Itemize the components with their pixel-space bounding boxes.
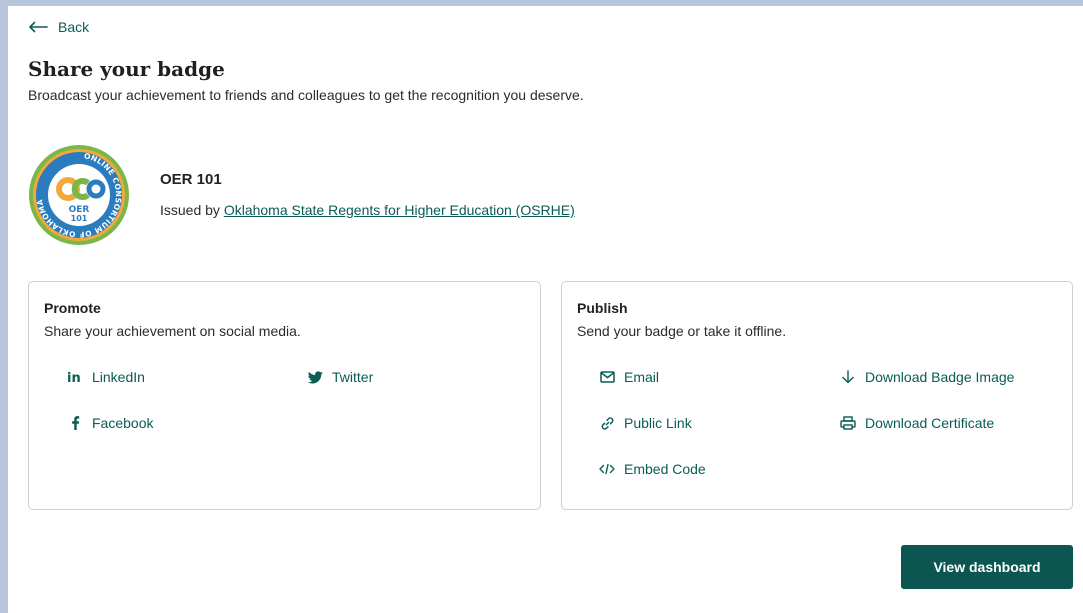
page-title: Share your badge (28, 57, 225, 81)
facebook-label: Facebook (92, 415, 154, 431)
promote-description: Share your achievement on social media. (44, 323, 301, 339)
page-subtitle: Broadcast your achievement to friends an… (28, 87, 584, 103)
arrow-left-icon (29, 21, 48, 33)
code-icon (599, 461, 615, 477)
issued-by-label: Issued by (160, 202, 220, 218)
view-dashboard-button[interactable]: View dashboard (901, 545, 1073, 589)
issuer-link[interactable]: Oklahoma State Regents for Higher Educat… (224, 202, 575, 218)
embed-code-label: Embed Code (624, 461, 706, 477)
download-certificate-button[interactable]: Download Certificate (840, 415, 994, 431)
badge-name: OER 101 (160, 171, 222, 188)
download-arrow-icon (840, 369, 856, 385)
download-badge-image-label: Download Badge Image (865, 369, 1015, 385)
share-linkedin-button[interactable]: in LinkedIn (67, 369, 145, 385)
back-label: Back (58, 19, 90, 35)
download-certificate-label: Download Certificate (865, 415, 995, 431)
download-badge-image-button[interactable]: Download Badge Image (840, 369, 1014, 385)
email-label: Email (624, 369, 660, 385)
promote-card: Promote Share your achievement on social… (28, 281, 541, 510)
share-facebook-button[interactable]: Facebook (67, 415, 153, 431)
public-link-label: Public Link (624, 415, 692, 431)
email-badge-button[interactable]: Email (599, 369, 659, 385)
printer-icon (840, 415, 856, 431)
envelope-icon (599, 369, 615, 385)
twitter-icon (307, 369, 323, 385)
publish-card: Publish Send your badge or take it offli… (561, 281, 1073, 510)
linkedin-icon: in (67, 369, 83, 385)
share-badge-page: Back Share your badge Broadcast your ach… (8, 6, 1083, 613)
embed-code-button[interactable]: Embed Code (599, 461, 706, 477)
link-icon (599, 415, 615, 431)
public-link-button[interactable]: Public Link (599, 415, 692, 431)
promote-title: Promote (44, 300, 101, 316)
svg-text:in: in (67, 371, 81, 384)
back-link[interactable]: Back (28, 19, 89, 35)
publish-description: Send your badge or take it offline. (577, 323, 787, 339)
badge-course-line2: 101 (71, 214, 88, 223)
badge-issuer: Issued by Oklahoma State Regents for Hig… (160, 202, 575, 218)
twitter-label: Twitter (332, 369, 374, 385)
share-twitter-button[interactable]: Twitter (307, 369, 373, 385)
facebook-icon (67, 415, 83, 431)
linkedin-label: LinkedIn (92, 369, 145, 385)
badge-image: ONLINE CONSORTIUM OF OKLAHOMA OER 101 (29, 145, 129, 245)
publish-title: Publish (577, 300, 628, 316)
